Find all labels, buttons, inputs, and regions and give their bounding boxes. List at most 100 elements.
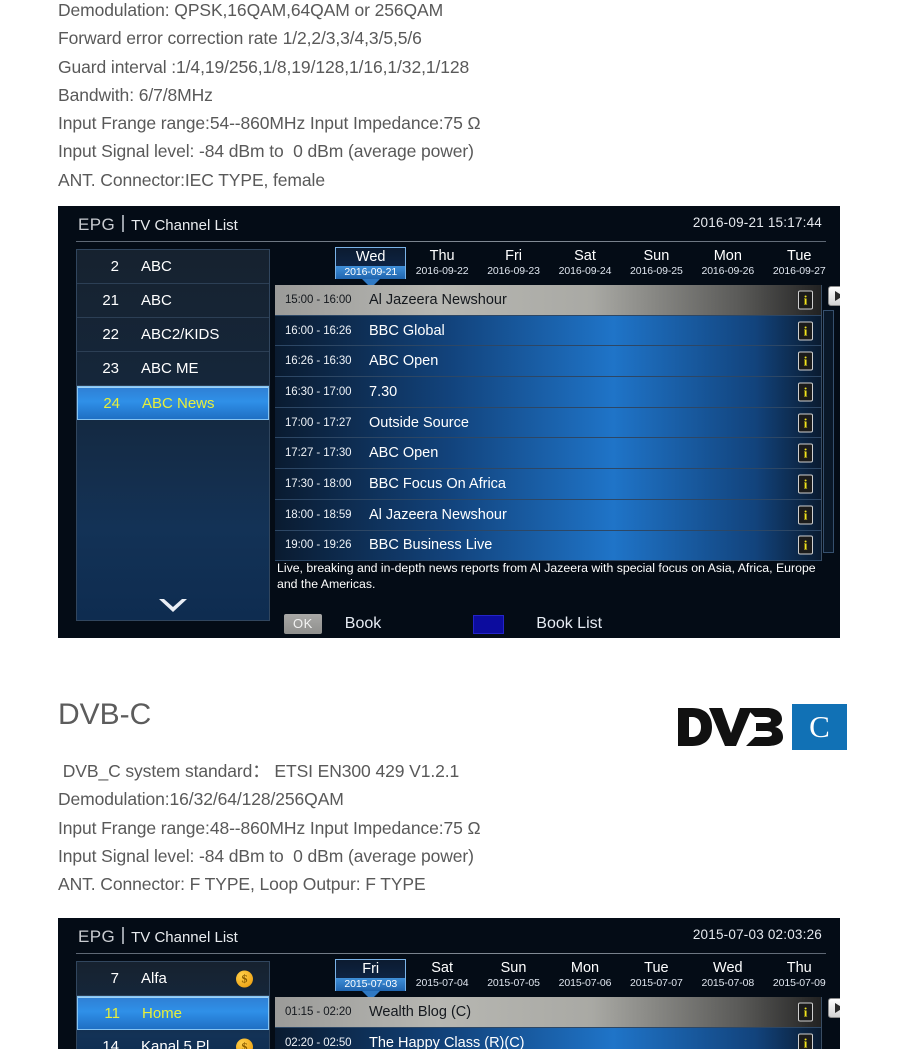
- channel-row[interactable]: 14 Kanal 5 Pl $: [77, 1030, 269, 1049]
- program-list[interactable]: 01:15 - 02:20 Wealth Blog (C) i 02:20 - 02:…: [275, 997, 822, 1049]
- info-icon[interactable]: i: [798, 290, 813, 310]
- program-row[interactable]: 16:26 - 16:30 ABC Open i: [275, 346, 821, 378]
- date-tab[interactable]: Mon 2015-07-06: [549, 959, 620, 991]
- date-tab-bar[interactable]: Fri 2015-07-03 Sat 2015-07-04 Sun 2015-07-05 M…: [335, 959, 835, 1000]
- spec-line: ANT. Connector: F TYPE, Loop Outpur: F T…: [58, 874, 426, 895]
- date-tab-bar[interactable]: Wed 2016-09-21 Thu 2016-09-22 Fri 2016-09-23 S…: [335, 247, 835, 288]
- channel-number: 7: [110, 970, 119, 987]
- program-time: 18:00 - 18:59: [285, 508, 352, 521]
- epg-subtitle: TV Channel List: [131, 217, 238, 234]
- program-row[interactable]: 16:30 - 17:00 7.30 i: [275, 377, 821, 408]
- date-tab-date: 2016-09-23: [487, 265, 540, 277]
- dvbt-spec-list: Demodulation: QPSK,16QAM,64QAM or 256QAM…: [58, 0, 481, 194]
- date-tab-selected[interactable]: Wed 2016-09-21: [335, 247, 407, 288]
- channel-number: 23: [102, 360, 119, 377]
- date-tab[interactable]: Tue 2015-07-07: [621, 959, 692, 991]
- program-row[interactable]: 17:27 - 17:30 ABC Open i: [275, 438, 821, 470]
- dvb-wordmark-icon: [672, 704, 792, 750]
- date-tab-date: 2015-07-04: [415, 977, 469, 989]
- program-time: 02:20 - 02:50: [285, 1036, 352, 1049]
- date-tab-date: 2015-07-08: [701, 977, 755, 989]
- scrambled-dollar-icon: $: [236, 1038, 253, 1049]
- date-tab[interactable]: Mon 2016-09-26: [692, 247, 763, 279]
- channel-number: 22: [102, 326, 119, 343]
- spec-line: Input Signal level: -84 dBm to 0 dBm (av…: [58, 845, 474, 866]
- page-title: DVB-C: [58, 698, 152, 731]
- epg-subtitle: TV Channel List: [131, 929, 238, 946]
- date-tab[interactable]: Thu 2016-09-22: [406, 247, 477, 279]
- program-row[interactable]: 19:00 - 19:26 BBC Business Live i: [275, 530, 821, 562]
- date-tab-weekday: Sat: [574, 248, 596, 264]
- play-icon: [835, 1003, 840, 1013]
- date-tab[interactable]: Sat 2015-07-04: [406, 959, 477, 991]
- date-tab-date: 2016-09-24: [558, 265, 612, 277]
- channel-row-selected[interactable]: 24 ABC News: [77, 386, 269, 420]
- date-tab-date: 2015-07-05: [487, 977, 540, 989]
- program-row[interactable]: 18:00 - 18:59 Al Jazeera Newshour i: [275, 499, 821, 531]
- info-icon[interactable]: i: [798, 535, 813, 555]
- program-title: Wealth Blog (C): [369, 1003, 472, 1020]
- blue-key-button[interactable]: [473, 614, 505, 634]
- channel-name: ABC: [141, 258, 172, 275]
- program-row[interactable]: 17:00 - 17:27 Outside Source i: [275, 407, 821, 439]
- date-tab[interactable]: Sun 2016-09-25: [621, 247, 692, 279]
- program-scrollbar[interactable]: [823, 310, 834, 553]
- date-tab[interactable]: Tue 2016-09-27: [764, 247, 835, 279]
- date-tab-weekday: Mon: [570, 960, 600, 976]
- spec-line: DVB_C system standard： ETSI EN300 429 V1…: [58, 761, 460, 781]
- info-icon[interactable]: i: [798, 1033, 813, 1049]
- program-row-selected[interactable]: 15:00 - 16:00 Al Jazeera Newshour i: [275, 285, 821, 316]
- info-icon[interactable]: i: [798, 443, 813, 463]
- info-icon[interactable]: i: [798, 321, 813, 341]
- date-tab[interactable]: Sat 2016-09-24: [549, 247, 620, 279]
- play-button[interactable]: [828, 286, 840, 306]
- epg-screenshot-dvbt: EPG TV Channel List 2016-09-21 15:17:44 …: [58, 206, 840, 638]
- channel-number: 21: [102, 292, 119, 309]
- date-tab-date: 2016-09-21: [336, 266, 406, 279]
- info-icon[interactable]: i: [798, 382, 813, 402]
- program-row[interactable]: 16:00 - 16:26 BBC Global i: [275, 315, 821, 347]
- info-icon[interactable]: i: [798, 474, 813, 494]
- date-tab-selected[interactable]: Fri 2015-07-03: [335, 959, 407, 1000]
- date-tab[interactable]: Wed 2015-07-08: [692, 959, 763, 991]
- epg-footer: OK Book Book List: [284, 614, 602, 634]
- program-row[interactable]: 17:30 - 18:00 BBC Focus On Africa i: [275, 469, 821, 500]
- book-label: Book: [344, 615, 382, 632]
- date-tab-weekday: Sun: [643, 248, 670, 264]
- program-row-selected[interactable]: 01:15 - 02:20 Wealth Blog (C) i: [275, 997, 821, 1028]
- date-tab-weekday: Wed: [355, 249, 386, 265]
- channel-row[interactable]: 21 ABC: [77, 284, 269, 318]
- channel-row[interactable]: 7 Alfa $: [77, 962, 269, 996]
- spec-line: Bandwith: 6/7/8MHz: [58, 84, 213, 105]
- program-row[interactable]: 02:20 - 02:50 The Happy Class (R)(C) i: [275, 1027, 821, 1049]
- dvb-svg: [678, 708, 783, 746]
- program-title: BBC Focus On Africa: [369, 475, 506, 492]
- program-list[interactable]: 15:00 - 16:00 Al Jazeera Newshour i 16:00 -…: [275, 285, 822, 562]
- date-tab-weekday: Sat: [431, 960, 454, 976]
- channel-row-selected[interactable]: 11 Home: [77, 996, 269, 1030]
- program-title: 7.30: [369, 383, 398, 400]
- channel-row[interactable]: 23 ABC ME: [77, 352, 269, 386]
- play-button[interactable]: [828, 998, 840, 1018]
- date-tab[interactable]: Fri 2016-09-23: [478, 247, 549, 279]
- date-tab-weekday: Thu: [429, 248, 455, 264]
- chevron-down-icon[interactable]: [77, 597, 269, 614]
- program-description: Live, breaking and in-depth news reports…: [277, 561, 816, 591]
- epg-title: EPG TV Channel List: [78, 213, 238, 235]
- channel-list[interactable]: 7 Alfa $11 Home 14 Kanal 5 Pl $: [76, 961, 270, 1049]
- channel-name: Kanal 5 Pl: [141, 1038, 210, 1049]
- info-icon[interactable]: i: [798, 351, 813, 371]
- ok-key-button[interactable]: OK: [284, 614, 322, 634]
- info-icon[interactable]: i: [798, 413, 813, 433]
- program-title: ABC Open: [369, 445, 439, 462]
- date-tab-weekday: Sun: [500, 960, 527, 976]
- channel-list[interactable]: 2 ABC 21 ABC 22 ABC2/KIDS 23 ABC ME 24 ABC News: [76, 249, 270, 621]
- info-icon[interactable]: i: [798, 505, 813, 525]
- channel-number: 11: [104, 1004, 120, 1022]
- info-icon[interactable]: i: [798, 1002, 813, 1022]
- channel-row[interactable]: 2 ABC: [77, 250, 269, 284]
- channel-row[interactable]: 22 ABC2/KIDS: [77, 318, 269, 352]
- date-tab[interactable]: Thu 2015-07-09: [764, 959, 835, 991]
- date-tab-date: 2015-07-09: [772, 977, 826, 989]
- date-tab[interactable]: Sun 2015-07-05: [478, 959, 549, 991]
